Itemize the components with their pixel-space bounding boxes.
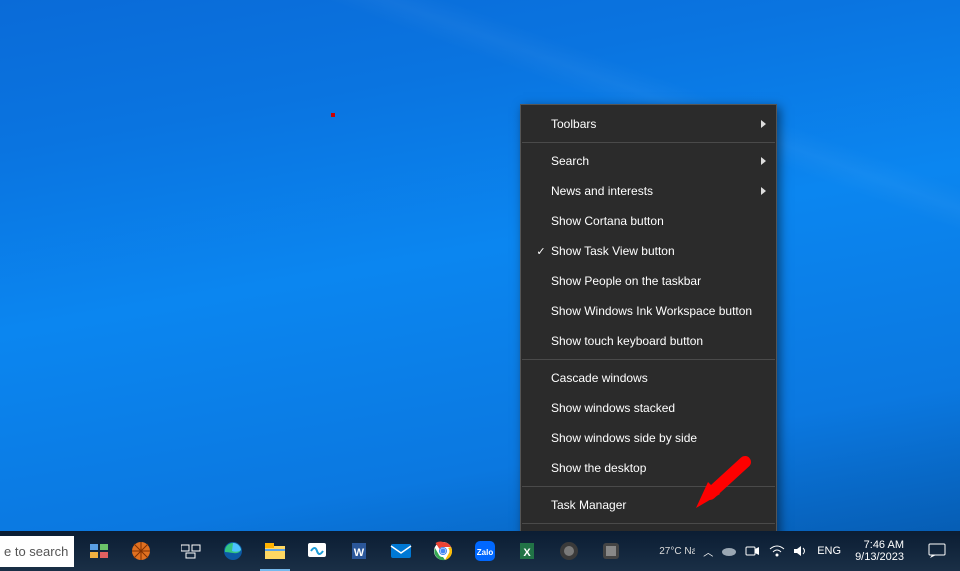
app-app1-icon[interactable] <box>548 531 590 571</box>
menu-label: News and interests <box>551 184 752 198</box>
clock-date: 9/13/2023 <box>855 551 904 563</box>
chevron-right-icon <box>752 117 766 131</box>
menu-item-sidebyside[interactable]: Show windows side by side <box>521 423 776 453</box>
app-edge-icon[interactable] <box>212 531 254 571</box>
svg-text:W: W <box>354 547 365 559</box>
search-input[interactable]: e to search <box>0 536 74 567</box>
check-icon: ✓ <box>536 245 545 258</box>
stray-pixel <box>331 113 335 117</box>
menu-item-show-taskview[interactable]: ✓ Show Task View button <box>521 236 776 266</box>
menu-label: Show Cortana button <box>551 214 752 228</box>
chevron-right-icon <box>752 184 766 198</box>
menu-item-show-ink[interactable]: Show Windows Ink Workspace button <box>521 296 776 326</box>
menu-item-show-people[interactable]: Show People on the taskbar <box>521 266 776 296</box>
menu-item-show-cortana[interactable]: Show Cortana button <box>521 206 776 236</box>
menu-label: Cascade windows <box>551 371 752 385</box>
menu-label: Search <box>551 154 752 168</box>
action-center-button[interactable] <box>918 531 956 571</box>
svg-text:X: X <box>523 547 531 559</box>
volume-icon[interactable] <box>793 544 809 558</box>
menu-separator <box>522 359 775 360</box>
windows-desktop[interactable]: Toolbars Search News and interests Show … <box>0 0 960 571</box>
app-zalo-icon[interactable]: Zalo <box>464 531 506 571</box>
app-word-icon[interactable]: W <box>338 531 380 571</box>
menu-item-toolbars[interactable]: Toolbars <box>521 109 776 139</box>
menu-item-cascade[interactable]: Cascade windows <box>521 363 776 393</box>
menu-label: Show People on the taskbar <box>551 274 752 288</box>
weather-widget[interactable]: 27°C Nang rai rac <box>655 542 695 560</box>
chevron-right-icon <box>752 154 766 168</box>
app-whiteboard-icon[interactable] <box>296 531 338 571</box>
menu-item-show-desktop[interactable]: Show the desktop <box>521 453 776 483</box>
menu-separator <box>522 523 775 524</box>
menu-item-show-touchkb[interactable]: Show touch keyboard button <box>521 326 776 356</box>
taskbar[interactable]: e to search W <box>0 531 960 571</box>
menu-label: Show the desktop <box>551 461 752 475</box>
weather-text: 27°C Nang rai rac <box>659 546 695 557</box>
app-file-explorer-icon[interactable] <box>254 531 296 571</box>
menu-item-search[interactable]: Search <box>521 146 776 176</box>
wifi-icon[interactable] <box>769 544 785 558</box>
task-view-button[interactable] <box>170 531 212 571</box>
app-chrome-icon[interactable] <box>422 531 464 571</box>
menu-label: Show Windows Ink Workspace button <box>551 304 752 318</box>
clock[interactable]: 7:46 AM 9/13/2023 <box>849 539 910 563</box>
menu-label: Toolbars <box>551 117 752 131</box>
menu-item-stacked[interactable]: Show windows stacked <box>521 393 776 423</box>
menu-item-task-manager[interactable]: Task Manager <box>521 490 776 520</box>
app-mail-icon[interactable] <box>380 531 422 571</box>
meet-now-icon[interactable] <box>745 545 761 557</box>
app-misc-icon[interactable] <box>78 531 120 571</box>
system-tray: 27°C Nang rai rac ︿ ENG 7:46 AM 9/13/202… <box>655 531 960 571</box>
menu-label: Show windows stacked <box>551 401 752 415</box>
notification-icon <box>928 543 946 559</box>
pinned-apps: W Zalo X <box>78 531 632 571</box>
clock-time: 7:46 AM <box>855 539 904 551</box>
app-basketball-icon[interactable] <box>120 531 162 571</box>
search-placeholder: e to search <box>4 544 68 559</box>
language-indicator[interactable]: ENG <box>817 545 841 557</box>
menu-label: Show Task View button <box>551 244 752 258</box>
menu-separator <box>522 142 775 143</box>
app-app2-icon[interactable] <box>590 531 632 571</box>
app-excel-icon[interactable]: X <box>506 531 548 571</box>
menu-label: Show windows side by side <box>551 431 752 445</box>
menu-label: Task Manager <box>551 498 752 512</box>
taskbar-context-menu: Toolbars Search News and interests Show … <box>520 104 777 571</box>
onedrive-icon[interactable] <box>721 545 737 557</box>
tray-overflow-button[interactable]: ︿ <box>703 544 713 559</box>
menu-label: Show touch keyboard button <box>551 334 752 348</box>
svg-text:Zalo: Zalo <box>477 548 494 557</box>
menu-item-news-interests[interactable]: News and interests <box>521 176 776 206</box>
menu-separator <box>522 486 775 487</box>
